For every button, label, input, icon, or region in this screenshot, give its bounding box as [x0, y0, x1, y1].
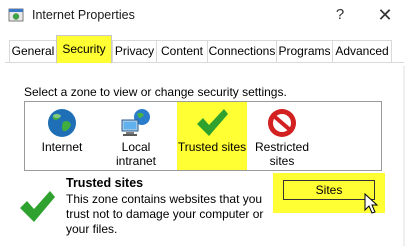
close-button[interactable]: ✕	[373, 4, 397, 26]
dialog-edge	[403, 66, 405, 246]
tab-programs[interactable]: Programs	[276, 40, 333, 62]
mouse-pointer-icon	[364, 193, 379, 214]
selected-zone-title: Trusted sites	[66, 176, 144, 190]
zone-internet[interactable]: Internet	[27, 102, 97, 170]
zone-local-intranet[interactable]: Local intranet	[101, 102, 171, 170]
zone-restricted-sites[interactable]: Restricted sites	[247, 102, 317, 170]
tab-privacy[interactable]: Privacy	[112, 40, 157, 62]
network-icon	[121, 109, 150, 136]
internet-properties-icon	[8, 8, 24, 22]
selected-zone-description: This zone contains websites that you tru…	[66, 192, 264, 236]
no-entry-icon	[268, 109, 296, 137]
tab-advanced[interactable]: Advanced	[332, 40, 392, 62]
zone-list: Internet Local intranet Trusted sites Re…	[24, 101, 382, 171]
zone-label: Trusted sites	[177, 140, 247, 154]
tab-content[interactable]: Content	[156, 40, 208, 62]
help-button[interactable]: ?	[330, 5, 350, 25]
title-bar: Internet Properties ? ✕	[0, 0, 409, 30]
zone-instruction: Select a zone to view or change security…	[24, 85, 287, 99]
zone-trusted-sites[interactable]: Trusted sites	[177, 102, 247, 170]
tab-general[interactable]: General	[9, 40, 57, 62]
trusted-sites-check-icon	[20, 191, 55, 222]
sites-button[interactable]: Sites	[283, 180, 375, 200]
zone-label: Internet	[41, 140, 83, 154]
tab-security[interactable]: Security	[56, 35, 112, 63]
zone-label: Local intranet	[115, 140, 157, 168]
tab-connections[interactable]: Connections	[207, 40, 277, 62]
window-title: Internet Properties	[32, 8, 135, 22]
zone-label: Restricted sites	[254, 140, 310, 168]
globe-icon	[48, 109, 76, 137]
green-check-icon	[197, 109, 228, 136]
